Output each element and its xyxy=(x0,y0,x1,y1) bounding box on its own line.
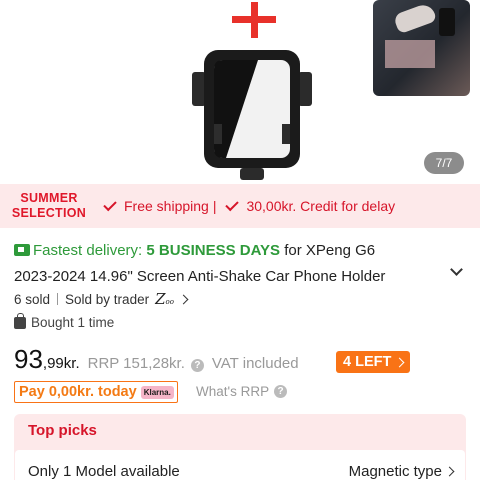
rrp-info-icon[interactable]: ? xyxy=(190,359,204,372)
whats-rrp-label: What's RRP xyxy=(196,384,270,399)
title-text-line1: for XPeng G6 xyxy=(284,242,376,259)
pay-today-badge[interactable]: Pay 0,00kr. today Klarna. xyxy=(14,381,178,403)
delivery-truck-icon xyxy=(14,244,30,256)
price-integer: 93 xyxy=(14,344,43,374)
title-line1: Fastest delivery: 5 BUSINESS DAYS for XP… xyxy=(14,238,450,264)
thumbnail-blur xyxy=(385,40,435,68)
summer-selection-banner[interactable]: SUMMER SELECTION Free shipping | 30,00kr… xyxy=(0,184,480,228)
pay-today-label: Pay 0,00kr. today xyxy=(19,384,137,400)
delivery-prefix: Fastest delivery: xyxy=(33,242,143,259)
expand-title-chevron-down-icon[interactable] xyxy=(450,263,463,276)
chevron-right-icon xyxy=(394,357,405,367)
sold-by-trader[interactable]: Sold by trader xyxy=(65,292,149,307)
top-picks-section: Top picks Only 1 Model available Magneti… xyxy=(14,414,466,480)
season-label: SUMMER SELECTION xyxy=(0,191,98,221)
video-thumbnail[interactable] xyxy=(373,0,470,96)
season-line1: SUMMER xyxy=(20,191,78,205)
option-type-label: Magnetic type xyxy=(348,463,442,480)
bought-count-row: Bought 1 time xyxy=(14,312,115,330)
plus-icon xyxy=(232,2,276,38)
divider xyxy=(57,293,59,305)
trader-logo-icon[interactable]: Zoo xyxy=(155,290,174,308)
season-line2: SELECTION xyxy=(11,206,87,220)
top-picks-option[interactable]: Only 1 Model available Magnetic type xyxy=(15,450,465,480)
rrp-price: RRP 151,28kr. xyxy=(87,355,185,372)
seller-meta: 6 sold Sold by trader Zoo xyxy=(14,290,189,308)
vat-label: VAT included xyxy=(211,355,299,372)
thumbnail-device xyxy=(439,8,455,36)
option-model-label: Only 1 Model available xyxy=(28,463,180,480)
perk-free-shipping: Free shipping xyxy=(98,197,209,214)
whats-rrp-link[interactable]: What's RRP ? xyxy=(196,384,288,399)
chevron-right-icon xyxy=(444,466,455,477)
chevron-right-icon[interactable] xyxy=(178,294,189,304)
check-icon xyxy=(103,197,117,212)
thumbnail-hand xyxy=(392,1,438,35)
product-title[interactable]: Fastest delivery: 5 BUSINESS DAYS for XP… xyxy=(14,238,450,290)
option-type-selector[interactable]: Magnetic type xyxy=(348,463,455,480)
price-row: 93,99kr. RRP 151,28kr. ? VAT included xyxy=(14,344,299,380)
stock-left-label: 4 LEFT xyxy=(343,354,392,370)
check-icon xyxy=(225,197,240,212)
product-image-phone-holder xyxy=(192,50,312,180)
top-picks-title: Top picks xyxy=(28,422,97,439)
price-decimal: ,99kr. xyxy=(42,355,80,372)
shopping-bag-icon xyxy=(14,312,26,329)
image-counter: 7/7 xyxy=(424,152,464,174)
product-gallery[interactable]: 7/7 xyxy=(0,0,480,184)
delivery-days: 5 BUSINESS DAYS xyxy=(146,242,281,259)
info-icon: ? xyxy=(274,385,288,398)
bought-count: Bought 1 time xyxy=(31,315,115,330)
perk-separator: | xyxy=(212,198,217,214)
klarna-logo: Klarna. xyxy=(140,385,174,399)
sold-count: 6 sold xyxy=(14,291,51,307)
title-text-line2: 2023-2024 14.96" Screen Anti-Shake Car P… xyxy=(14,268,386,285)
perk-credit-delay: 30,00kr. Credit for delay xyxy=(220,197,396,214)
stock-left-badge[interactable]: 4 LEFT xyxy=(336,351,411,373)
perk-shipping-label: Free shipping xyxy=(124,198,209,214)
perk-credit-label: 30,00kr. Credit for delay xyxy=(246,198,396,214)
